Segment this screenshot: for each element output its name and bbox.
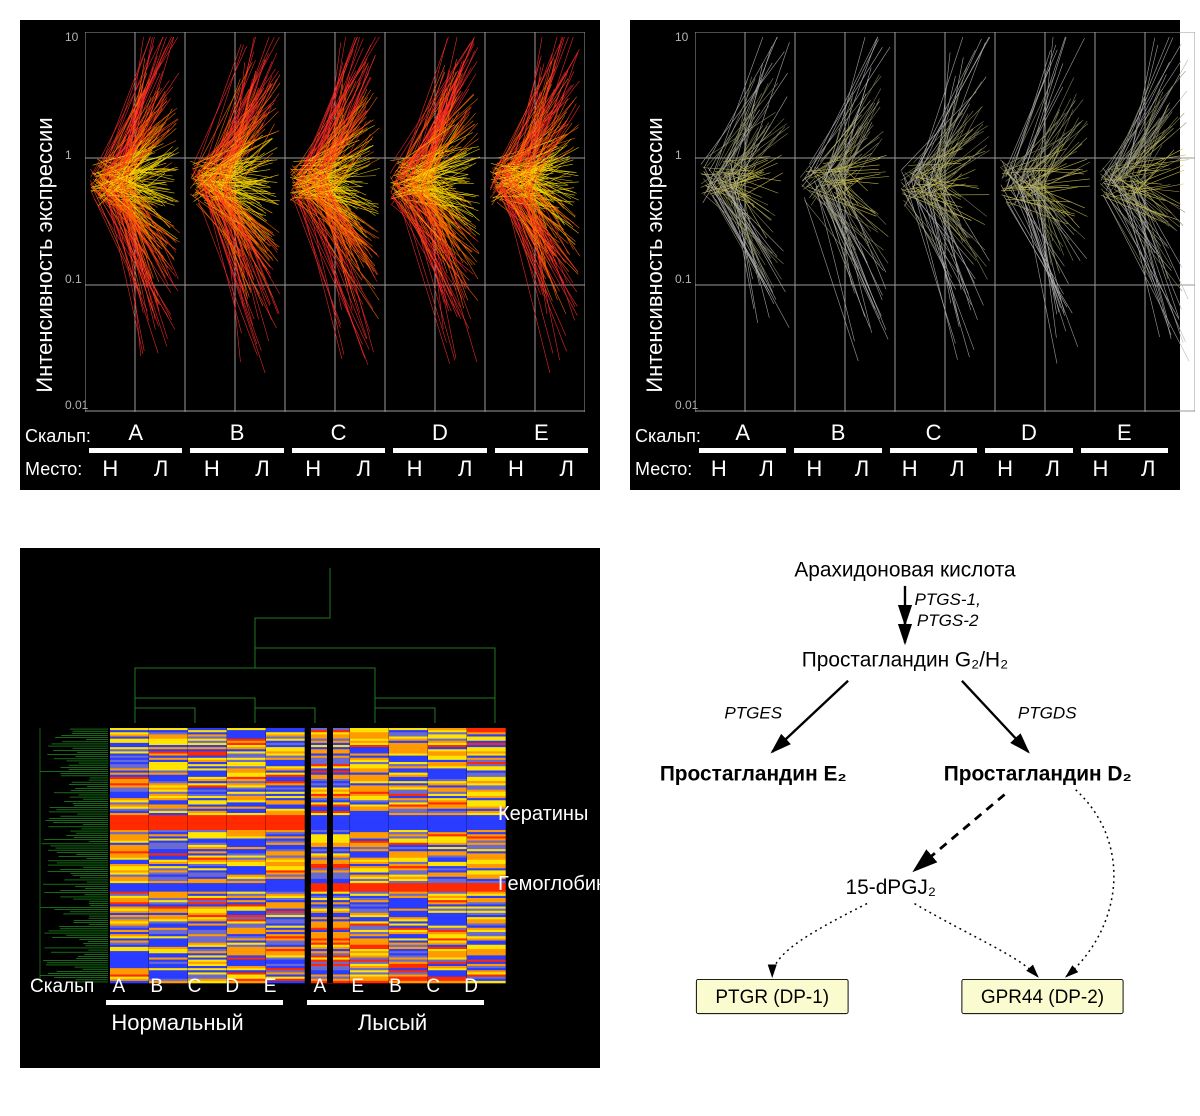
scalp-letter: B [186,420,287,446]
scalp-letter: A [85,420,186,446]
site-cell: Н [85,456,136,482]
hm-col: C [176,976,214,998]
site-cell: Н [790,456,838,482]
node-dpgj2: 15-dPGJ₂ [846,876,936,899]
scalp-letter: B [790,420,885,446]
site-cell: Л [237,456,288,482]
hm-col: B [377,976,415,998]
node-gpr44: GPR44 (DP-2) [981,987,1104,1008]
hm-col: E [251,976,289,998]
site-cell: Л [440,456,491,482]
site-cell: Л [743,456,791,482]
heatmap-row-label: Скальп [30,976,100,998]
enzyme-ptgs1: PTGS-1, [915,590,981,609]
site-cell: Л [934,456,982,482]
scalp-label: Скальп: [25,426,91,447]
heatmap-group-bars [100,1000,490,1005]
ytick: 0.1 [65,272,82,286]
ytick: 1 [65,148,72,162]
group-label-normal: Нормальный [70,1010,285,1036]
scalp-letter: E [491,420,592,446]
node-pgd2: Простагландин D₂ [944,762,1132,785]
hm-col: D [213,976,251,998]
site-cell: Н [186,456,237,482]
group-label-bald: Лысый [285,1010,500,1036]
parallel-plot-right [695,32,1195,412]
ylabel-left: Интенсивность экспрессии [32,117,58,392]
scalp-letter: C [886,420,981,446]
node-arachidonic: Арахидоновая кислота [794,558,1016,581]
scalp-letter: E [1077,420,1172,446]
ytick: 1 [675,148,682,162]
site-cell: Л [1029,456,1077,482]
node-pge2: Простагландин E₂ [660,762,847,785]
enzyme-ptges: PTGES [724,704,782,723]
site-label: Место: [635,459,692,480]
site-label: Место: [25,459,82,480]
site-cell: Л [541,456,592,482]
site-cell: Н [981,456,1029,482]
hm-col: B [138,976,176,998]
ytick: 10 [675,30,688,44]
scalp-letter: D [981,420,1076,446]
hm-col: C [414,976,452,998]
enzyme-ptgds: PTGDS [1018,704,1077,723]
enzyme-ptgs2: PTGS-2 [917,611,979,630]
heatmap-annotation-keratins: Кератины [498,803,588,826]
expression-panel-left: Интенсивность экспрессии 10 1 0.1 0.01 С… [20,20,600,490]
hm-col: A [301,976,339,998]
site-cell: Н [389,456,440,482]
site-cell: Л [339,456,390,482]
scalp-row: Скальп: A B C D E [85,420,592,453]
heatmap-columns: Скальп A B C D E A E B C D [30,976,490,998]
ytick: 10 [65,30,78,44]
site-cell: Н [695,456,743,482]
pathway-diagram: Арахидоновая кислота PTGS-1, PTGS-2 Прос… [630,548,1180,1068]
site-cell: Н [491,456,542,482]
heatmap-annotation-hemoglobins: Гемоглобины [498,873,621,896]
hm-col: E [339,976,377,998]
heatmap-group-labels: Нормальный Лысый [70,1010,500,1036]
ytick: 0.1 [675,272,692,286]
site-row: Место: НЛ НЛ НЛ НЛ НЛ [85,456,592,482]
scalp-row: Скальп: A B C D E [695,420,1172,453]
site-cell: Л [838,456,886,482]
scalp-letter: D [389,420,490,446]
scalp-letter: C [288,420,389,446]
site-cell: Н [1077,456,1125,482]
node-pgg2h2: Простагландин G₂/H₂ [802,649,1008,672]
expression-panel-right: Интенсивность экспрессии 10 1 0.1 0.01 С… [630,20,1180,490]
scalp-letter: A [695,420,790,446]
scalp-label: Скальп: [635,426,701,447]
site-cell: Н [288,456,339,482]
site-cell: Л [1124,456,1172,482]
site-cell: Л [136,456,187,482]
site-row: Место: НЛ НЛ НЛ НЛ НЛ [695,456,1172,482]
node-ptgr: PTGR (DP-1) [715,987,829,1008]
hm-col: A [100,976,138,998]
ylabel-right: Интенсивность экспрессии [642,117,668,392]
parallel-plot-left [85,32,585,412]
hm-col: D [452,976,490,998]
site-cell: Н [886,456,934,482]
heatmap-panel: Кератины Гемоглобины Скальп A B C D E A … [20,548,600,1068]
